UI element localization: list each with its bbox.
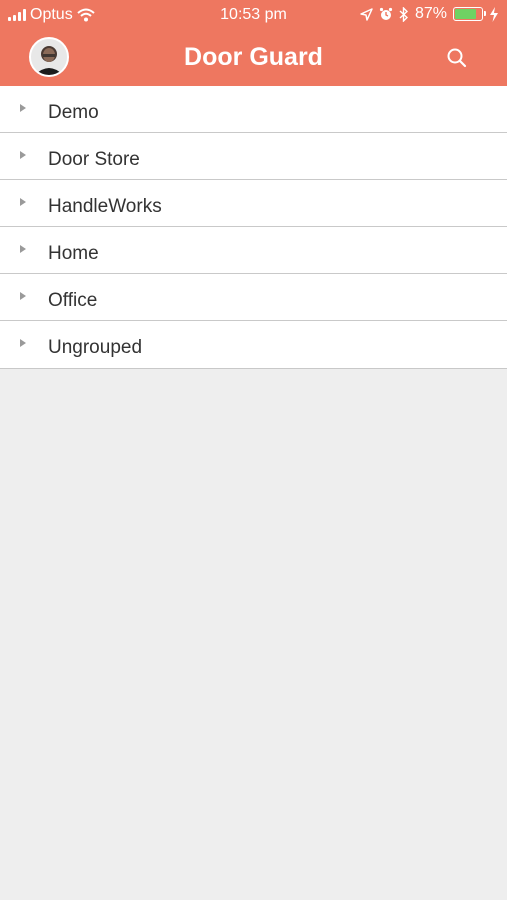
group-list: Demo Door Store HandleWorks Home Office …	[0, 86, 507, 369]
group-row-ungrouped[interactable]: Ungrouped	[0, 321, 507, 368]
group-label: HandleWorks	[48, 196, 162, 217]
group-label: Office	[48, 290, 98, 311]
disclosure-triangle-icon	[20, 339, 26, 347]
group-label: Ungrouped	[48, 337, 143, 358]
group-label: Home	[48, 243, 99, 264]
disclosure-triangle-icon	[20, 198, 26, 206]
status-right-group: 87%	[360, 5, 499, 23]
group-row-office[interactable]: Office	[0, 274, 507, 321]
group-label: Door Store	[48, 149, 140, 170]
battery-icon	[453, 7, 486, 21]
disclosure-triangle-icon	[20, 292, 26, 300]
group-row-door-store[interactable]: Door Store	[0, 133, 507, 180]
app-header: Optus 10:53 pm 87% Door Guard	[0, 0, 507, 86]
status-bar: Optus 10:53 pm 87%	[0, 0, 507, 30]
location-arrow-icon	[360, 7, 373, 21]
search-icon	[447, 48, 467, 68]
page-title: Door Guard	[184, 43, 323, 71]
bluetooth-icon	[399, 6, 408, 22]
battery-percent: 87%	[414, 5, 447, 22]
group-label: Demo	[48, 102, 99, 123]
alarm-icon	[379, 7, 393, 20]
disclosure-triangle-icon	[20, 245, 26, 253]
navigation-bar: Door Guard	[0, 30, 507, 86]
disclosure-triangle-icon	[20, 151, 26, 159]
charging-bolt-icon	[490, 6, 498, 22]
search-button[interactable]	[445, 46, 469, 70]
group-row-home[interactable]: Home	[0, 227, 507, 274]
group-row-demo[interactable]: Demo	[0, 86, 507, 133]
battery-fill	[455, 9, 476, 19]
disclosure-triangle-icon	[20, 104, 26, 112]
group-row-handleworks[interactable]: HandleWorks	[0, 180, 507, 227]
